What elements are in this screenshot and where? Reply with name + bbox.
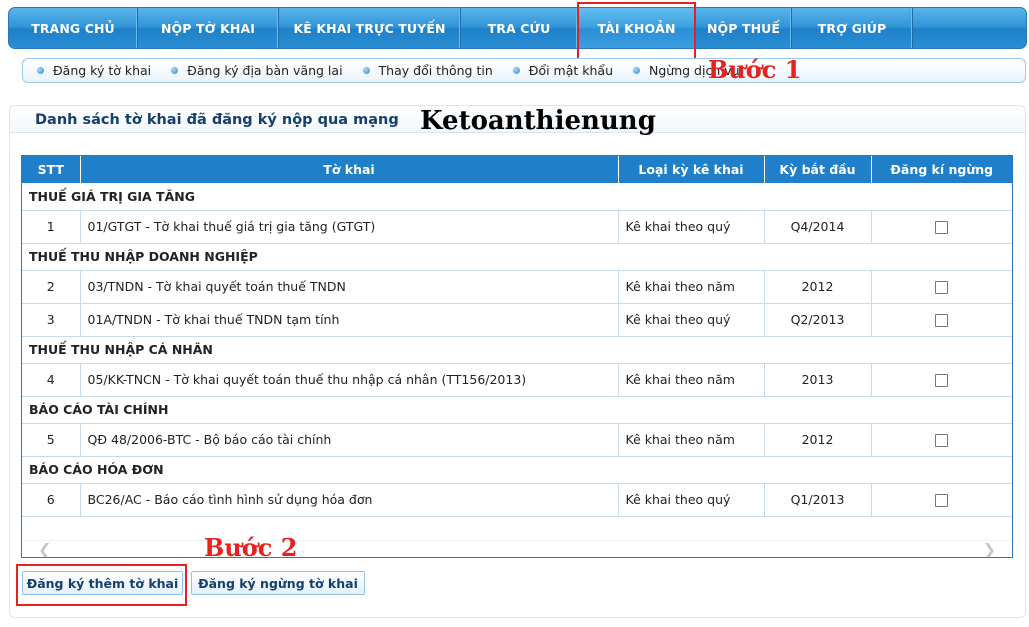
- cell-start: 2012: [764, 270, 872, 304]
- cell-stop: [871, 483, 1012, 517]
- cell-stop: [871, 210, 1012, 244]
- stop-checkbox[interactable]: [935, 434, 949, 447]
- cell-start: Q1/2013: [764, 483, 872, 517]
- header-dang-ki-ngung: Đăng kí ngừng: [871, 156, 1012, 183]
- cell-form: QĐ 48/2006-BTC - Bộ báo cáo tài chính: [80, 423, 619, 457]
- cell-start: Q2/2013: [764, 303, 872, 337]
- stop-checkbox[interactable]: [935, 314, 949, 327]
- cell-stt: 6: [22, 483, 81, 517]
- header-ky-bat-dau: Kỳ bắt đầu: [764, 156, 872, 183]
- subnav-item-label: Thay đổi thông tin: [378, 63, 493, 78]
- table-row: 1 01/GTGT - Tờ khai thuế giá trị gia tăn…: [22, 210, 1012, 244]
- cell-period-type: Kê khai theo năm: [618, 423, 765, 457]
- subnav-item-thay-doi-thong-tin[interactable]: Thay đổi thông tin: [362, 63, 493, 78]
- header-stt: STT: [22, 156, 81, 183]
- watermark-text: Ketoanthienung: [420, 106, 656, 136]
- cell-form: 05/KK-TNCN - Tờ khai quyết toán thuế thu…: [80, 363, 619, 397]
- panel-header: Danh sách tờ khai đã đăng ký nộp qua mạn…: [10, 106, 1025, 136]
- nav-item-ke-khai-truc-tuyen[interactable]: KÊ KHAI TRỰC TUYẾN: [279, 8, 461, 48]
- nav-item-tra-cuu[interactable]: TRA CỨU: [461, 8, 578, 48]
- nav-filler: [913, 8, 1026, 48]
- table-group-row: THUẾ THU NHẬP DOANH NGHIỆP: [22, 243, 1012, 271]
- step2-highlight-box: [16, 564, 187, 606]
- group-name: THUẾ THU NHẬP DOANH NGHIỆP: [22, 243, 1012, 271]
- header-loai-ky-ke-khai: Loại kỳ kê khai: [618, 156, 765, 183]
- horizontal-scrollbar[interactable]: ❮ ❯: [22, 540, 1012, 557]
- step1-highlight-box: [577, 2, 696, 60]
- subnav-item-label: Đăng ký tờ khai: [53, 63, 152, 78]
- subnav-item-doi-mat-khau[interactable]: Đổi mật khẩu: [512, 63, 614, 78]
- sub-navigation: Đăng ký tờ khai Đăng ký địa bàn vãng lai…: [22, 58, 1026, 83]
- step1-annotation: Bước 1: [708, 55, 802, 84]
- cell-stt: 3: [22, 303, 81, 337]
- stop-checkbox[interactable]: [935, 494, 949, 507]
- nav-item-nop-thue[interactable]: NỘP THUẾ: [696, 8, 792, 48]
- bullet-icon: [633, 67, 641, 74]
- cell-stop: [871, 270, 1012, 304]
- cell-stt: 5: [22, 423, 81, 457]
- table-row: 4 05/KK-TNCN - Tờ khai quyết toán thuế t…: [22, 363, 1012, 397]
- group-name: THUẾ THU NHẬP CÁ NHÂN: [22, 336, 1012, 364]
- table-header-row: STT Tờ khai Loại kỳ kê khai Kỳ bắt đầu Đ…: [22, 156, 1012, 183]
- step2-annotation: Bước 2: [204, 533, 298, 562]
- scroll-left-icon[interactable]: ❮: [38, 540, 51, 557]
- group-name: BÁO CÁO HÓA ĐƠN: [22, 456, 1012, 484]
- bullet-icon: [512, 67, 520, 74]
- table-group-row: BÁO CÁO TÀI CHÍNH: [22, 396, 1012, 424]
- cell-start: Q4/2014: [764, 210, 872, 244]
- table-row: 6 BC26/AC - Báo cáo tình hình sử dụng hó…: [22, 483, 1012, 517]
- cell-stt: 1: [22, 210, 81, 244]
- registered-forms-panel: Danh sách tờ khai đã đăng ký nộp qua mạn…: [9, 105, 1026, 618]
- top-navigation: TRANG CHỦ NỘP TỜ KHAI KÊ KHAI TRỰC TUYẾN…: [8, 7, 1027, 49]
- cell-stop: [871, 363, 1012, 397]
- cell-stop: [871, 423, 1012, 457]
- cell-form: BC26/AC - Báo cáo tình hình sử dụng hóa …: [80, 483, 619, 517]
- stop-checkbox[interactable]: [935, 221, 949, 234]
- cell-start: 2012: [764, 423, 872, 457]
- panel-title: Danh sách tờ khai đã đăng ký nộp qua mạn…: [35, 112, 399, 128]
- table-group-row: THUẾ GIÁ TRỊ GIA TĂNG: [22, 183, 1012, 211]
- cell-form: 01A/TNDN - Tờ khai thuế TNDN tạm tính: [80, 303, 619, 337]
- cell-period-type: Kê khai theo năm: [618, 363, 765, 397]
- table-group-row: THUẾ THU NHẬP CÁ NHÂN: [22, 336, 1012, 364]
- cell-period-type: Kê khai theo quý: [618, 483, 765, 517]
- nav-item-tro-giup[interactable]: TRỢ GIÚP: [792, 8, 913, 48]
- nav-item-nop-to-khai[interactable]: NỘP TỜ KHAI: [138, 8, 279, 48]
- forms-table: STT Tờ khai Loại kỳ kê khai Kỳ bắt đầu Đ…: [22, 156, 1012, 517]
- bullet-icon: [362, 67, 370, 74]
- bullet-icon: [171, 67, 179, 74]
- stop-checkbox[interactable]: [935, 281, 949, 294]
- stop-checkbox[interactable]: [935, 374, 949, 387]
- table-group-row: BÁO CÁO HÓA ĐƠN: [22, 456, 1012, 484]
- group-name: BÁO CÁO TÀI CHÍNH: [22, 396, 1012, 424]
- bullet-icon: [37, 67, 44, 74]
- subnav-item-label: Đăng ký địa bàn vãng lai: [187, 63, 343, 78]
- table-row: 5 QĐ 48/2006-BTC - Bộ báo cáo tài chính …: [22, 423, 1012, 457]
- subnav-item-dang-ky-to-khai[interactable]: Đăng ký tờ khai: [37, 63, 151, 78]
- subnav-item-label: Đổi mật khẩu: [528, 63, 614, 78]
- forms-table-container: STT Tờ khai Loại kỳ kê khai Kỳ bắt đầu Đ…: [21, 155, 1013, 558]
- scroll-right-icon[interactable]: ❯: [983, 540, 996, 557]
- register-stop-forms-button[interactable]: Đăng ký ngừng tờ khai: [191, 571, 365, 595]
- cell-period-type: Kê khai theo quý: [618, 303, 765, 337]
- table-row: 3 01A/TNDN - Tờ khai thuế TNDN tạm tính …: [22, 303, 1012, 337]
- cell-stt: 4: [22, 363, 81, 397]
- cell-start: 2013: [764, 363, 872, 397]
- header-to-khai: Tờ khai: [80, 156, 619, 183]
- cell-stop: [871, 303, 1012, 337]
- nav-item-trang-chu[interactable]: TRANG CHỦ: [9, 8, 138, 48]
- cell-form: 03/TNDN - Tờ khai quyết toán thuế TNDN: [80, 270, 619, 304]
- cell-form: 01/GTGT - Tờ khai thuế giá trị gia tăng …: [80, 210, 619, 244]
- table-row: 2 03/TNDN - Tờ khai quyết toán thuế TNDN…: [22, 270, 1012, 304]
- cell-period-type: Kê khai theo quý: [618, 210, 765, 244]
- cell-period-type: Kê khai theo năm: [618, 270, 765, 304]
- subnav-item-dang-ky-dia-ban-vang-lai[interactable]: Đăng ký địa bàn vãng lai: [171, 63, 343, 78]
- cell-stt: 2: [22, 270, 81, 304]
- group-name: THUẾ GIÁ TRỊ GIA TĂNG: [22, 183, 1012, 211]
